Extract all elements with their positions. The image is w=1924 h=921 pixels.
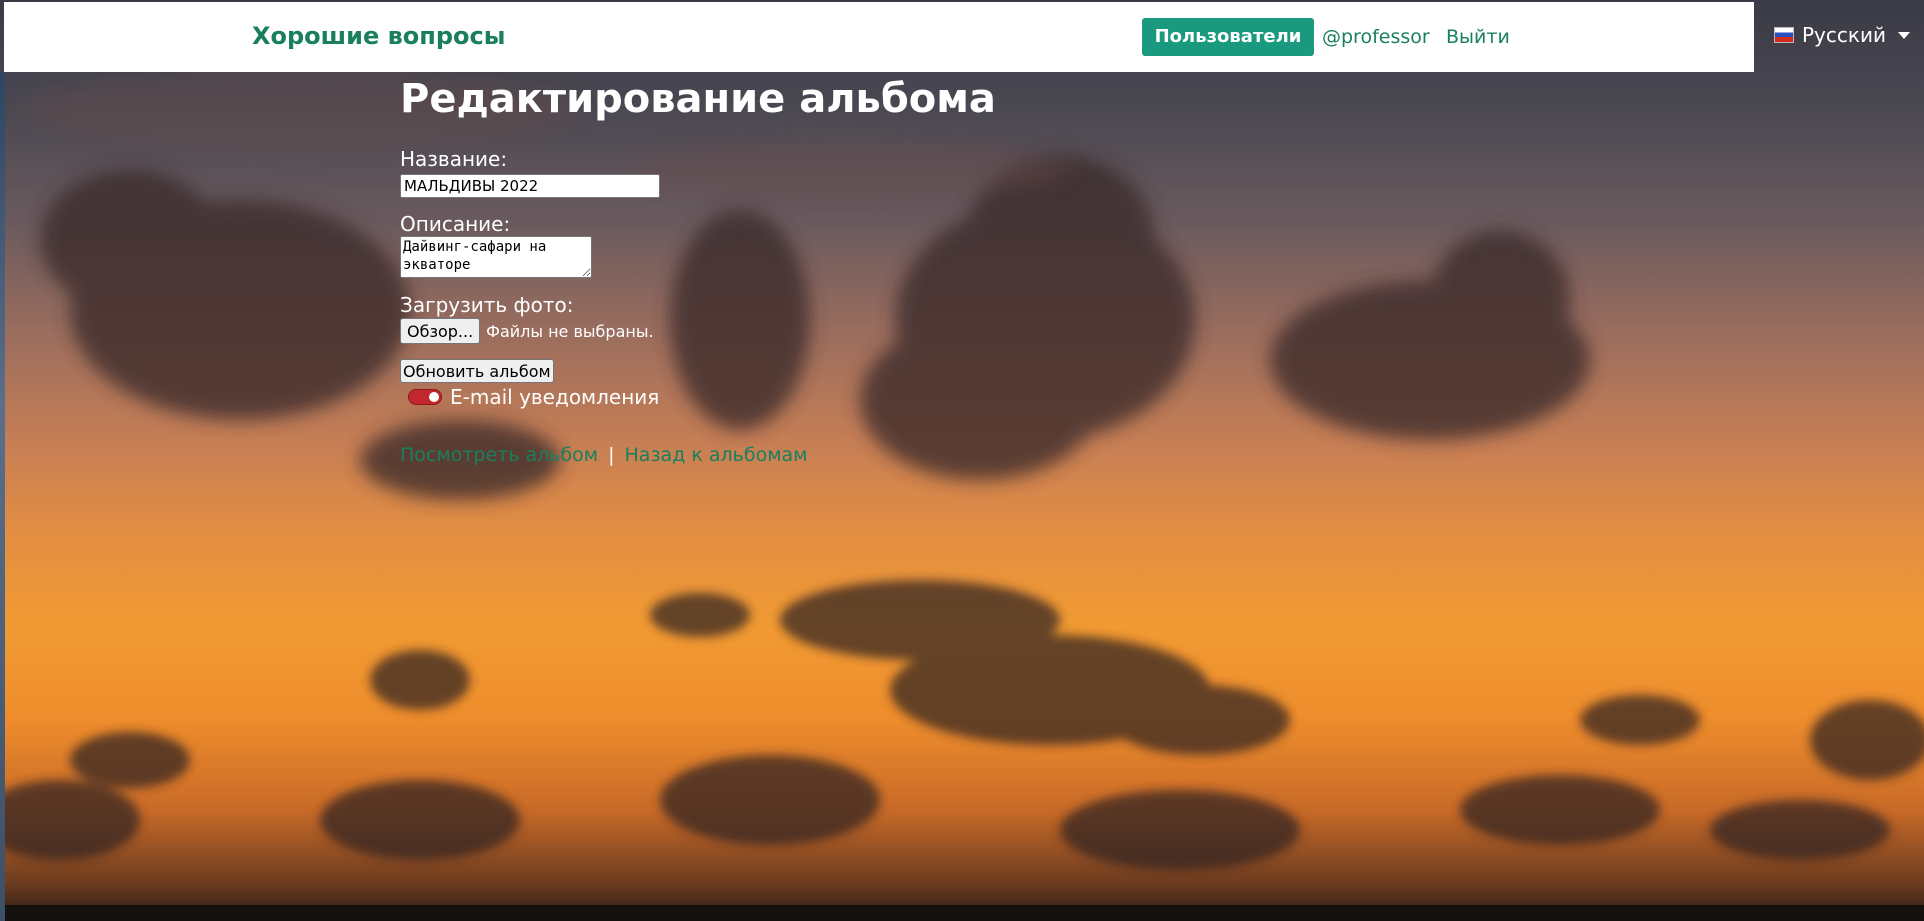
language-label: Русский (1802, 23, 1886, 47)
language-dropdown[interactable]: Русский (1774, 20, 1910, 50)
description-label: Описание: (400, 212, 511, 236)
top-navbar: Хорошие вопросы Пользователи @professor … (4, 2, 1754, 72)
toggle-knob (429, 392, 439, 402)
horizon-silhouette (0, 905, 1924, 921)
upload-photo-label: Загрузить фото: (400, 293, 574, 317)
russia-flag-icon (1774, 27, 1794, 43)
logout-link[interactable]: Выйти (1446, 26, 1510, 48)
email-notifications-row: E-mail уведомления (408, 385, 659, 409)
footer-links: Посмотреть альбом | Назад к альбомам (400, 444, 808, 466)
back-to-albums-link[interactable]: Назад к альбомам (625, 444, 808, 466)
email-notifications-toggle[interactable] (408, 389, 442, 405)
link-separator: | (608, 444, 615, 466)
email-notifications-label: E-mail уведомления (450, 385, 660, 409)
page-title: Редактирование альбома (400, 76, 996, 122)
chevron-down-icon (1897, 31, 1910, 39)
view-album-link[interactable]: Посмотреть альбом (400, 444, 598, 466)
left-edge-strip (0, 72, 5, 921)
browse-button[interactable]: Обзор... (400, 318, 481, 344)
update-album-button[interactable]: Обновить альбом (400, 359, 554, 383)
brand-link[interactable]: Хорошие вопросы (252, 22, 505, 50)
profile-link[interactable]: @professor (1322, 26, 1430, 48)
name-label: Название: (400, 147, 508, 171)
users-button[interactable]: Пользователи (1142, 18, 1314, 56)
album-description-textarea[interactable]: Дайвинг-сафари на экваторе (400, 236, 592, 278)
album-name-input[interactable] (400, 174, 660, 198)
file-input: Обзор... Файлы не выбраны. (400, 318, 654, 344)
file-status-text: Файлы не выбраны. (486, 321, 654, 341)
cloud-layer (0, 70, 1924, 870)
